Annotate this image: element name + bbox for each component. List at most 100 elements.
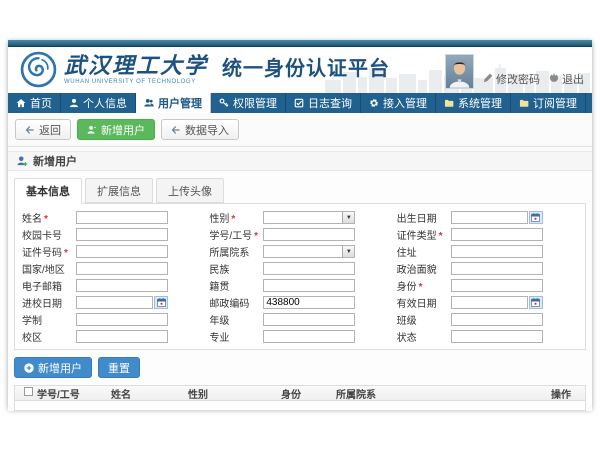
panel-body: 基本信息扩展信息上传头像 姓名*性别*▼出生日期校园卡号学号/工号*证件类型*证…	[8, 171, 592, 411]
form-field: 住址	[394, 243, 581, 260]
calendar-button[interactable]	[529, 296, 543, 309]
form-field: 学号/工号*	[206, 226, 393, 243]
field-label: 证件类型*	[394, 227, 451, 242]
form-tab[interactable]: 扩展信息	[85, 178, 153, 203]
form-tab[interactable]: 上传头像	[156, 178, 224, 203]
auth-platform-window: 武汉理工大学 WUHAN UNIVERSITY OF TECHNOLOGY 统一…	[8, 40, 592, 409]
form-text-input[interactable]	[263, 296, 355, 309]
app-header: 武汉理工大学 WUHAN UNIVERSITY OF TECHNOLOGY 统一…	[8, 47, 592, 93]
nav-tab[interactable]: 用户管理	[136, 93, 211, 113]
field-control	[76, 296, 168, 309]
form-tab[interactable]: 基本信息	[14, 178, 82, 204]
university-name-cn: 武汉理工大学	[64, 54, 208, 78]
form-text-input[interactable]	[263, 228, 355, 241]
form-date-input[interactable]	[451, 211, 528, 224]
back-arrow-icon	[25, 125, 35, 135]
form-text-input[interactable]	[263, 262, 355, 275]
add-user-toolbar-label: 新增用户	[101, 122, 145, 138]
form-text-input[interactable]	[76, 245, 168, 258]
form-actions: 新增用户 重置	[14, 357, 586, 378]
field-label: 电子邮箱	[19, 278, 76, 293]
content-area: 返回 新增用户 数据导入	[8, 113, 592, 409]
folder-icon	[519, 98, 529, 108]
form-text-input[interactable]	[76, 330, 168, 343]
table-column-header: 操作	[547, 386, 585, 401]
required-asterisk: *	[254, 231, 258, 242]
results-table-header: 学号/工号姓名性别身份所属院系操作	[15, 386, 585, 401]
field-label: 籍贯	[206, 278, 263, 293]
table-column-header: 身份	[277, 386, 332, 401]
university-name-en: WUHAN UNIVERSITY OF TECHNOLOGY	[64, 79, 208, 85]
form-text-input[interactable]	[451, 228, 543, 241]
form-text-input[interactable]	[451, 245, 543, 258]
nav-tab-label: 首页	[30, 95, 52, 111]
nav-tab-label: 订阅管理	[533, 95, 577, 111]
form-date-input[interactable]	[451, 296, 528, 309]
required-asterisk: *	[64, 248, 68, 259]
field-control	[451, 211, 543, 224]
field-label: 学制	[19, 312, 76, 327]
form-text-input[interactable]	[76, 228, 168, 241]
form-field: 电子邮箱	[19, 277, 206, 294]
data-import-button[interactable]: 数据导入	[161, 119, 239, 140]
nav-tab[interactable]: 首页	[8, 93, 61, 113]
calendar-button[interactable]	[529, 211, 543, 224]
form-text-input[interactable]	[263, 330, 355, 343]
data-import-label: 数据导入	[185, 122, 229, 138]
form-text-input[interactable]	[451, 313, 543, 326]
form-tabs: 基本信息扩展信息上传头像	[14, 178, 586, 203]
form-text-input[interactable]	[451, 279, 543, 292]
back-button[interactable]: 返回	[15, 119, 71, 140]
field-label: 年级	[206, 312, 263, 327]
section-header: 新增用户	[8, 151, 592, 171]
nav-tab[interactable]: 日志查询	[286, 93, 361, 113]
form-text-input[interactable]	[76, 211, 168, 224]
form-text-input[interactable]	[76, 279, 168, 292]
form-field: 所属院系▼	[206, 243, 393, 260]
logout-link[interactable]: 退出	[549, 71, 584, 90]
nav-tab-label: 权限管理	[233, 95, 277, 111]
field-control	[263, 296, 355, 309]
required-asterisk: *	[44, 214, 48, 225]
form-text-input[interactable]	[263, 313, 355, 326]
dropdown-arrow-button[interactable]: ▼	[342, 212, 354, 223]
nav-tab[interactable]: 订阅管理	[511, 93, 586, 113]
form-text-input[interactable]	[451, 262, 543, 275]
nav-tab[interactable]: 系统管理	[436, 93, 511, 113]
form-field: 进校日期	[19, 294, 206, 311]
form-text-input[interactable]	[76, 313, 168, 326]
field-control	[451, 262, 543, 275]
power-icon	[549, 73, 559, 86]
add-user-toolbar-button[interactable]: 新增用户	[77, 119, 155, 140]
nav-tab[interactable]: 权限管理	[211, 93, 286, 113]
brand: 武汉理工大学 WUHAN UNIVERSITY OF TECHNOLOGY 统一…	[20, 51, 390, 88]
form-field: 专业	[206, 328, 393, 345]
calendar-button[interactable]	[154, 296, 168, 309]
nav-tab[interactable]: 接入管理	[361, 93, 436, 113]
form-field: 年级	[206, 311, 393, 328]
form-text-input[interactable]	[451, 330, 543, 343]
form-field: 校区	[19, 328, 206, 345]
required-asterisk: *	[439, 231, 443, 242]
form-field: 学制	[19, 311, 206, 328]
change-password-link[interactable]: 修改密码	[483, 71, 540, 90]
nav-tab[interactable]: 个人信息	[61, 93, 136, 113]
form-text-input[interactable]	[76, 262, 168, 275]
submit-add-user-button[interactable]: 新增用户	[14, 357, 92, 378]
toolbar: 返回 新增用户 数据导入	[8, 113, 592, 147]
field-label: 有效日期	[394, 295, 451, 310]
field-label: 姓名*	[19, 210, 76, 225]
form-field: 身份*	[394, 277, 581, 294]
field-control	[451, 296, 543, 309]
nav-tab-label: 接入管理	[383, 95, 427, 111]
form-date-input[interactable]	[76, 296, 153, 309]
form-text-input[interactable]	[263, 279, 355, 292]
top-accent-bar	[8, 40, 592, 47]
field-control: ▼	[263, 211, 355, 224]
dropdown-arrow-button[interactable]: ▼	[342, 246, 354, 257]
user-area: 修改密码 退出	[445, 54, 584, 90]
reset-button[interactable]: 重置	[98, 357, 140, 378]
form-field: 政治面貌	[394, 260, 581, 277]
select-all-checkbox[interactable]	[24, 387, 33, 396]
required-asterisk: *	[419, 282, 423, 293]
